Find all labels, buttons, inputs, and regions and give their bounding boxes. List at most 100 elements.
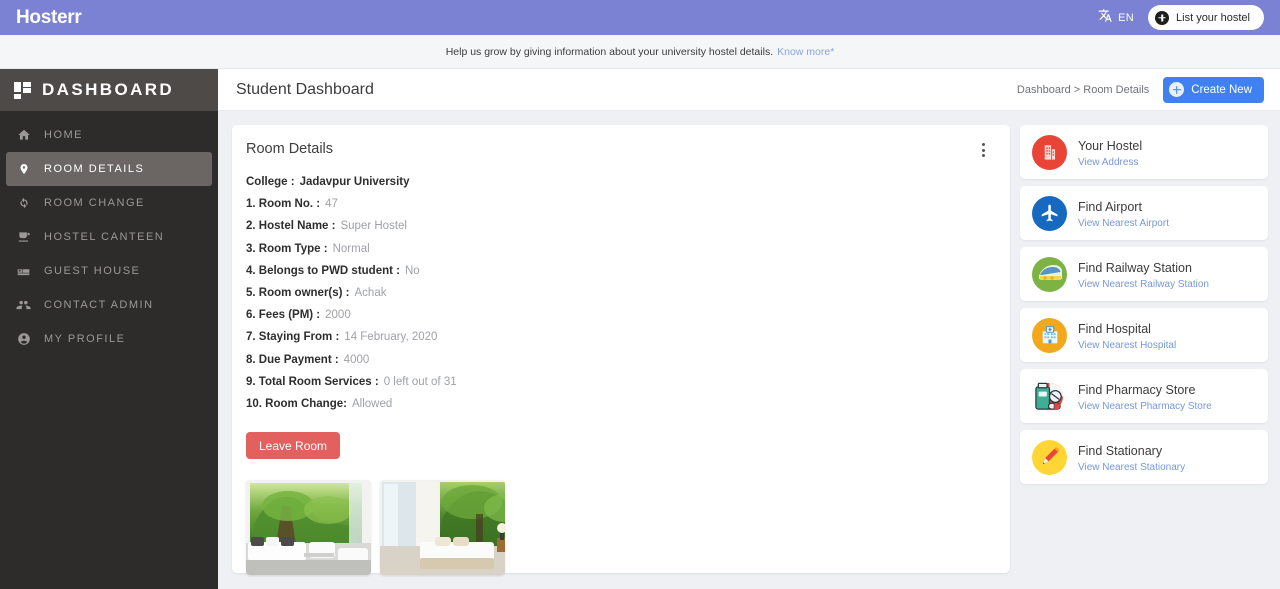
quick-link-action[interactable]: View Nearest Pharmacy Store <box>1078 401 1212 412</box>
main-area: Student Dashboard Dashboard > Room Detai… <box>218 69 1280 589</box>
plus-icon <box>1155 10 1170 25</box>
account-circle-icon <box>16 332 31 347</box>
sidebar-title: DASHBOARD <box>42 80 175 99</box>
quick-link-action[interactable]: View Nearest Hospital <box>1078 340 1176 351</box>
detail-value: 47 <box>325 198 338 211</box>
sidebar-item-hostel-canteen[interactable]: HOSTEL CANTEEN <box>6 220 212 254</box>
breadcrumb[interactable]: Dashboard > Room Details <box>1017 84 1149 96</box>
canteen-icon <box>16 230 31 245</box>
detail-key: 6. Fees (PM) : <box>246 309 321 322</box>
detail-row: 1. Room No. : 47 <box>246 198 992 212</box>
detail-key: College : <box>246 176 295 188</box>
kebab-menu-icon[interactable] <box>974 141 992 159</box>
grid-icon <box>14 81 31 99</box>
people-icon <box>16 298 31 313</box>
home-icon <box>16 128 31 143</box>
detail-key: 8. Due Payment : <box>246 353 339 366</box>
detail-key: 7. Staying From : <box>246 331 340 344</box>
quick-link-action[interactable]: View Nearest Airport <box>1078 218 1169 229</box>
room-details-card: Room Details College : Jadavpur Universit… <box>232 125 1010 576</box>
sidebar-item-label: ROOM DETAILS <box>44 163 145 175</box>
sidebar-item-guest-house[interactable]: GUEST HOUSE <box>6 254 212 288</box>
detail-key: 10. Room Change: <box>246 397 347 410</box>
detail-row: 5. Room owner(s) : Achak <box>246 287 992 301</box>
language-selector[interactable]: EN <box>1098 8 1134 28</box>
card-title: Room Details <box>246 141 334 157</box>
detail-value: Jadavpur University <box>299 176 410 188</box>
sidebar-nav: HOME ROOM DETAILS ROOM CHANGE HOSTEL CAN… <box>0 111 218 356</box>
quick-link-title: Find Airport <box>1078 199 1142 214</box>
list-your-hostel-button[interactable]: List your hostel <box>1148 5 1264 30</box>
detail-row-college: College : Jadavpur University <box>246 176 992 190</box>
quick-link-title: Find Stationary <box>1078 443 1163 458</box>
sidebar-item-contact-admin[interactable]: CONTACT ADMIN <box>6 288 212 322</box>
plus-icon <box>1169 82 1185 97</box>
quick-link-text: Find Airport View Nearest Airport <box>1078 198 1169 229</box>
detail-value: 4000 <box>343 353 370 366</box>
quick-link-title: Find Hospital <box>1078 321 1151 336</box>
detail-value: 0 left out of 31 <box>383 375 457 388</box>
quick-link-find-hospital[interactable]: Find Hospital View Nearest Hospital <box>1020 308 1268 362</box>
detail-value: Allowed <box>351 397 393 410</box>
room-details-card-header: Room Details <box>243 141 992 159</box>
sidebar-item-home[interactable]: HOME <box>6 118 212 152</box>
building-icon <box>1032 134 1067 170</box>
top-header-actions: EN List your hostel <box>1098 5 1264 30</box>
detail-key: 4. Belongs to PWD student : <box>246 264 400 277</box>
detail-key: 1. Room No. : <box>246 198 321 211</box>
room-photo-gallery <box>246 480 992 576</box>
sidebar-item-label: ROOM CHANGE <box>44 197 145 209</box>
quick-link-your-hostel[interactable]: Your Hostel View Address <box>1020 125 1268 179</box>
brand-logo[interactable]: Hosterr <box>16 7 82 29</box>
quick-link-title: Find Railway Station <box>1078 260 1192 275</box>
sync-icon <box>16 196 31 211</box>
quick-link-action[interactable]: View Address <box>1078 157 1142 168</box>
detail-row: 7. Staying From : 14 February, 2020 <box>246 331 992 345</box>
bed-icon <box>16 264 31 279</box>
quick-link-action[interactable]: View Nearest Stationary <box>1078 462 1185 473</box>
info-banner-text: Help us grow by giving information about… <box>445 45 774 58</box>
sidebar-header: DASHBOARD <box>0 69 218 111</box>
detail-key: 2. Hostel Name : <box>246 220 336 233</box>
quick-link-text: Find Hospital View Nearest Hospital <box>1078 320 1176 351</box>
top-header-bar: Hosterr EN List your hostel <box>0 0 1280 35</box>
quick-link-title: Find Pharmacy Store <box>1078 382 1196 397</box>
detail-key: 5. Room owner(s) : <box>246 286 350 299</box>
sidebar-item-room-details[interactable]: ROOM DETAILS <box>6 152 212 186</box>
detail-value: 14 February, 2020 <box>344 331 438 344</box>
page-title: Student Dashboard <box>236 80 374 98</box>
quick-link-find-railway-station[interactable]: Find Railway Station View Nearest Railwa… <box>1020 247 1268 301</box>
quick-link-text: Your Hostel View Address <box>1078 137 1142 168</box>
detail-value: Normal <box>332 242 370 255</box>
detail-row: 9. Total Room Services : 0 left out of 31 <box>246 376 992 390</box>
quick-link-action[interactable]: View Nearest Railway Station <box>1078 279 1209 290</box>
create-new-button[interactable]: Create New <box>1163 76 1264 103</box>
detail-row: 2. Hostel Name : Super Hostel <box>246 220 992 234</box>
quick-link-find-airport[interactable]: Find Airport View Nearest Airport <box>1020 186 1268 240</box>
quick-link-find-stationary[interactable]: Find Stationary View Nearest Stationary <box>1020 430 1268 484</box>
detail-row: 6. Fees (PM) : 2000 <box>246 309 992 323</box>
room-photo-bedroom[interactable] <box>380 480 505 576</box>
leave-room-button[interactable]: Leave Room <box>246 432 341 460</box>
language-code: EN <box>1118 11 1135 24</box>
sidebar-item-label: CONTACT ADMIN <box>44 299 154 311</box>
info-banner: Help us grow by giving information about… <box>0 35 1280 69</box>
detail-value: Achak <box>354 286 387 299</box>
airplane-icon <box>1032 195 1067 231</box>
quick-links-rail: Your Hostel View Address Find Airport Vi… <box>1020 125 1278 589</box>
hospital-icon <box>1032 317 1067 353</box>
sidebar-item-my-profile[interactable]: MY PROFILE <box>6 322 212 356</box>
quick-link-title: Your Hostel <box>1078 138 1143 153</box>
know-more-link[interactable]: Know more* <box>777 46 834 58</box>
quick-link-text: Find Stationary View Nearest Stationary <box>1078 442 1185 473</box>
main-header: Student Dashboard Dashboard > Room Detai… <box>218 69 1280 111</box>
sidebar: DASHBOARD HOME ROOM DETAILS ROOM CHANGE <box>0 69 218 589</box>
detail-value: Super Hostel <box>340 220 407 233</box>
quick-link-find-pharmacy-store[interactable]: Find Pharmacy Store View Nearest Pharmac… <box>1020 369 1268 423</box>
quick-link-text: Find Railway Station View Nearest Railwa… <box>1078 259 1209 290</box>
room-photo-living-room[interactable] <box>246 480 371 576</box>
train-icon <box>1032 256 1067 292</box>
sidebar-item-room-change[interactable]: ROOM CHANGE <box>6 186 212 220</box>
detail-row: 3. Room Type : Normal <box>246 243 992 257</box>
quick-link-text: Find Pharmacy Store View Nearest Pharmac… <box>1078 381 1212 412</box>
